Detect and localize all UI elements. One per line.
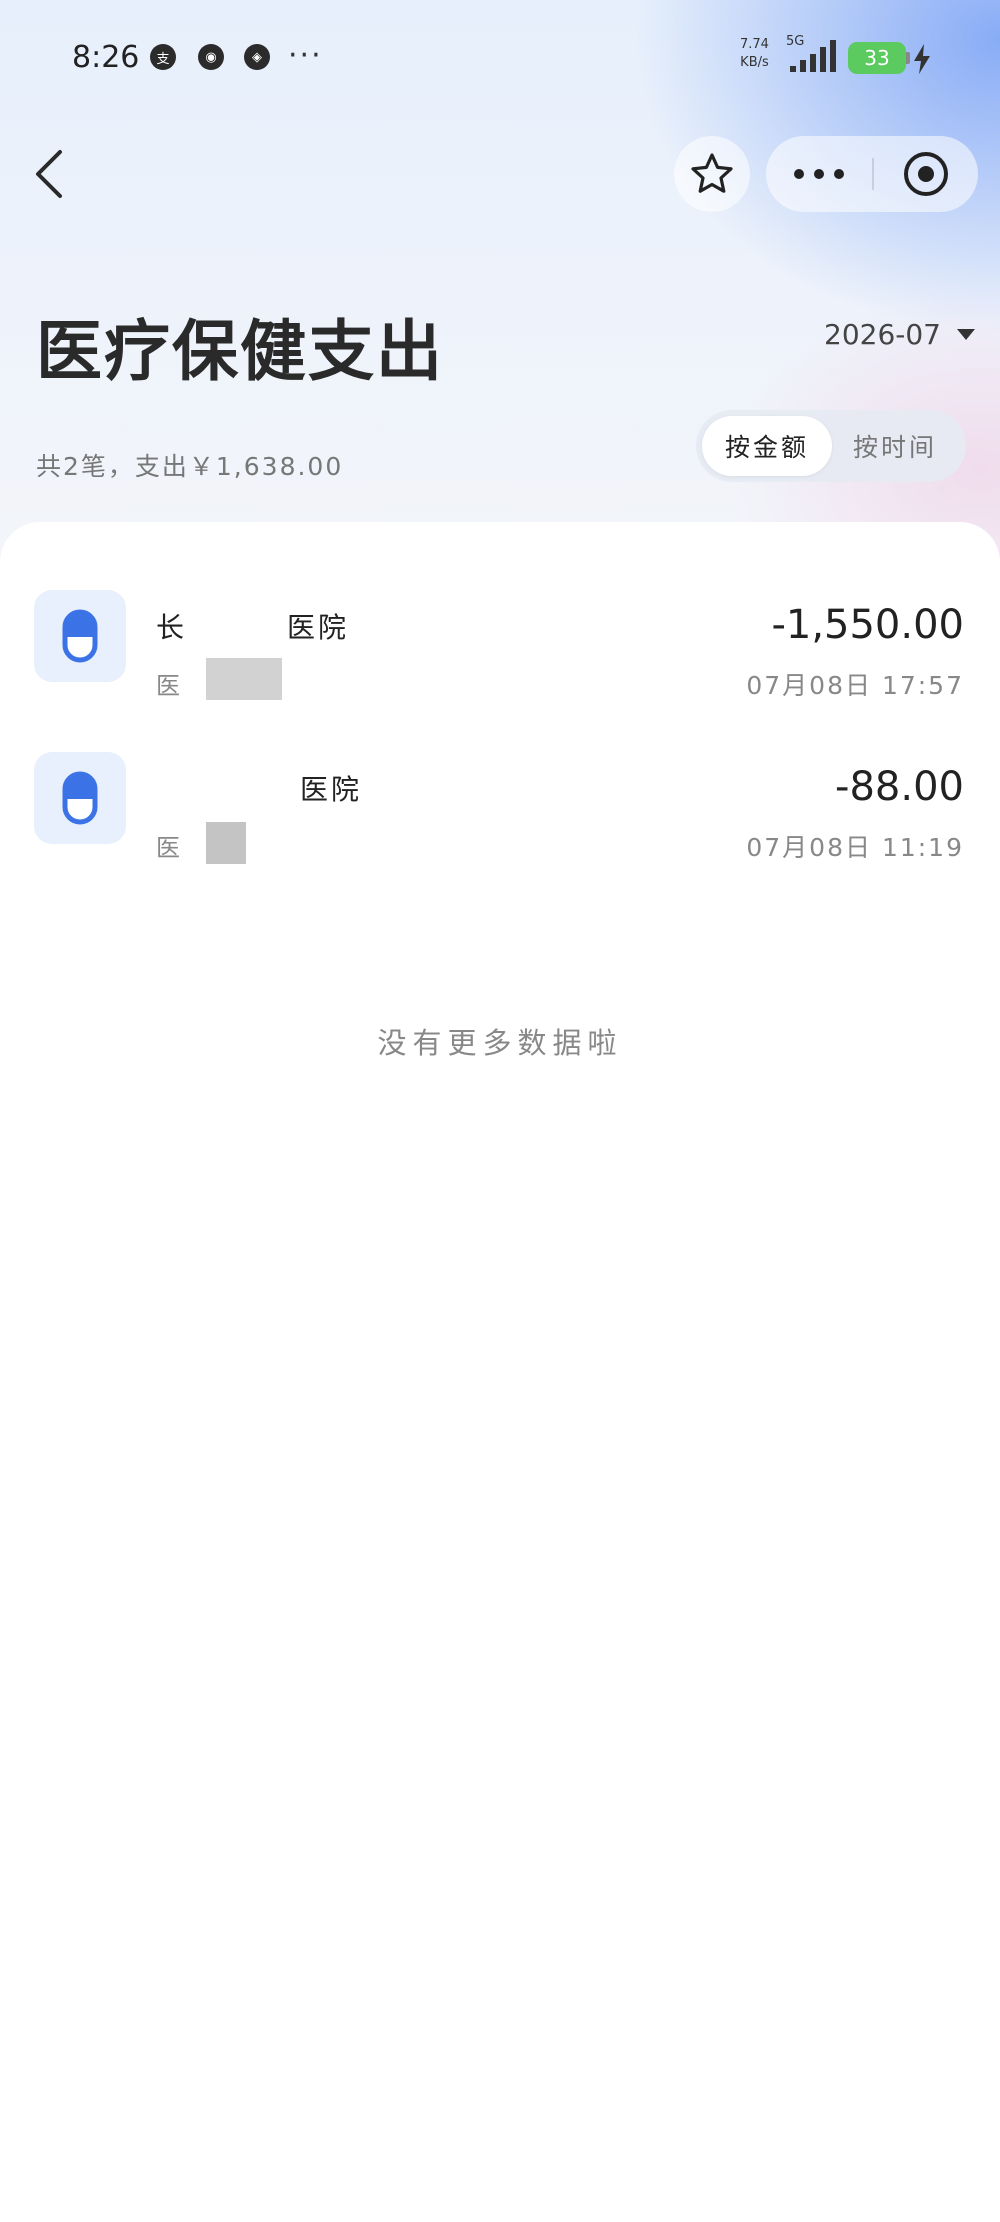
mini-program-capsule: [766, 136, 978, 212]
target-icon: [904, 152, 948, 196]
record-name-suffix: 医院: [300, 773, 363, 806]
chevron-left-icon: [36, 150, 62, 198]
no-more-data-text: 没有更多数据啦: [377, 1026, 623, 1060]
record-name: 医院: [156, 768, 362, 808]
record-amount: -88.00: [835, 764, 964, 810]
record-item[interactable]: 长 医院 医 -1,550.00 07月08日 17:57: [0, 586, 1000, 726]
status-bar: 8:26 支 ◉ ◈ ··· 7.74 KB/s 5G 33: [0, 0, 1000, 116]
sort-by-time-tab[interactable]: 按时间: [830, 416, 960, 476]
record-name: 长 医院: [156, 606, 349, 646]
medicine-capsule-icon: [62, 771, 98, 825]
expense-summary: 共2笔，支出￥1,638.00: [36, 452, 344, 481]
network-speed: 7.74 KB/s: [740, 36, 769, 72]
charging-icon: [914, 44, 930, 74]
sort-toggle: 按金额 按时间: [696, 410, 966, 482]
record-icon-bg: [34, 590, 126, 682]
record-amount: -1,550.00: [771, 602, 964, 648]
signal-icon: [790, 40, 836, 72]
close-mini-program-button[interactable]: [874, 136, 978, 212]
record-category: 医: [156, 672, 180, 700]
more-button[interactable]: [766, 136, 872, 212]
back-button[interactable]: [28, 146, 72, 202]
more-dots-icon: [794, 169, 844, 179]
sort-by-amount-tab[interactable]: 按金额: [702, 416, 832, 476]
record-item[interactable]: 医院 医 -88.00 07月08日 11:19: [0, 748, 1000, 888]
app-notif-icon-2: ◈: [244, 44, 270, 70]
page-title: 医疗保健支出: [36, 313, 444, 390]
alipay-notif-icon: 支: [150, 44, 176, 70]
redacted-area: [206, 822, 246, 864]
network-speed-value: 7.74: [740, 37, 769, 52]
caret-down-icon: [957, 329, 975, 340]
record-icon-bg: [34, 752, 126, 844]
more-notifications-icon: ···: [288, 38, 323, 73]
star-icon: [691, 153, 733, 193]
network-speed-unit: KB/s: [740, 55, 769, 70]
app-notif-icon: ◉: [198, 44, 224, 70]
record-name-prefix: 长: [156, 611, 188, 644]
record-time: 07月08日 11:19: [746, 833, 964, 862]
battery-level: 33: [864, 46, 890, 70]
battery-icon: 33: [848, 42, 906, 74]
redacted-area: [206, 658, 282, 700]
record-time: 07月08日 17:57: [746, 671, 964, 700]
record-name-suffix: 医院: [287, 611, 350, 644]
record-category: 医: [156, 834, 180, 862]
status-time: 8:26: [72, 40, 140, 75]
favorite-button[interactable]: [674, 136, 750, 212]
month-selector[interactable]: 2026-07: [824, 318, 975, 351]
battery-tip: [906, 52, 910, 64]
medicine-capsule-icon: [62, 609, 98, 663]
month-value: 2026-07: [824, 318, 941, 351]
